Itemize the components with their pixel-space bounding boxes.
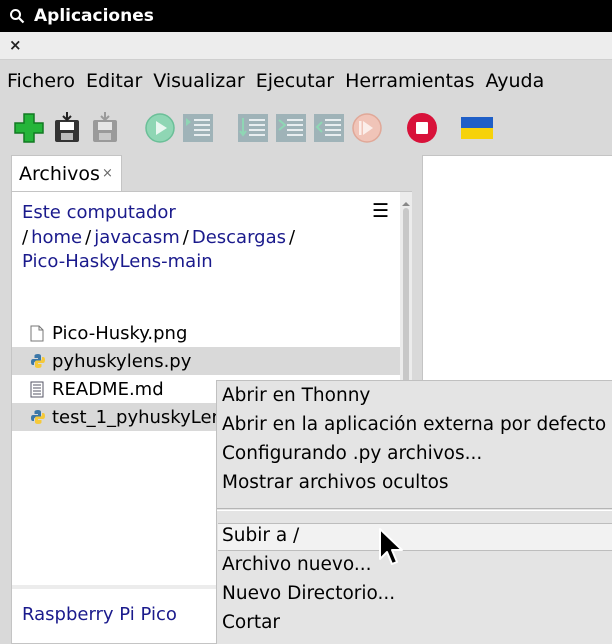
breadcrumb-home[interactable]: home [31, 227, 82, 248]
new-file-icon[interactable] [12, 111, 46, 145]
tab-close-icon[interactable]: × [102, 166, 113, 181]
step-into-icon[interactable] [274, 111, 308, 145]
toolbar [0, 104, 612, 150]
menu-separator [217, 508, 612, 511]
menu-ayuda[interactable]: Ayuda [486, 70, 545, 92]
tab-archivos-label: Archivos [19, 162, 100, 185]
resume-icon[interactable] [350, 111, 384, 145]
file-icon [30, 325, 52, 342]
menu-fichero[interactable]: Fichero [7, 70, 75, 92]
python-icon [30, 409, 52, 425]
close-window-button[interactable]: × [9, 36, 22, 54]
menu-item-cut[interactable]: Cortar [222, 612, 280, 633]
debug-icon[interactable] [181, 111, 215, 145]
breadcrumb-pico-haskylens-main[interactable]: Pico-HaskyLens-main [22, 251, 213, 272]
breadcrumb-descargas[interactable]: Descargas [192, 227, 286, 248]
context-menu: Abrir en Thonny Abrir en la aplicación e… [216, 380, 612, 644]
menu-item-new-file[interactable]: Archivo nuevo... [222, 554, 371, 575]
menu-item-upload[interactable]: Subir a / [222, 525, 299, 546]
app-title: Aplicaciones [34, 6, 154, 26]
menu-ejecutar[interactable]: Ejecutar [256, 70, 334, 92]
step-out-icon[interactable] [312, 111, 346, 145]
menu-editar[interactable]: Editar [86, 70, 142, 92]
menu-item-show-hidden[interactable]: Mostrar archivos ocultos [222, 472, 449, 493]
file-name: Pico-Husky.png [52, 322, 188, 344]
step-over-icon[interactable] [236, 111, 270, 145]
save-icon[interactable] [50, 111, 84, 145]
search-icon[interactable] [0, 8, 34, 24]
tab-archivos[interactable]: Archivos × [11, 155, 122, 191]
menu-item-new-directory[interactable]: Nuevo Directorio... [222, 583, 395, 604]
window-close-row: × [0, 32, 612, 60]
top-bar: Aplicaciones [0, 0, 612, 32]
menu-visualizar[interactable]: Visualizar [153, 70, 244, 92]
local-computer-title: Este computador [22, 202, 176, 223]
load-icon[interactable] [88, 111, 122, 145]
menu-item-configure-py[interactable]: Configurando .py archivos... [222, 443, 482, 464]
list-item[interactable]: Pico-Husky.png [12, 319, 400, 347]
python-icon [30, 353, 52, 369]
mouse-cursor-icon [378, 527, 404, 567]
menu-item-open-external[interactable]: Abrir en la aplicación externa por defec… [222, 414, 606, 435]
scroll-up-arrow[interactable] [401, 194, 411, 206]
menu-item-open-in-thonny[interactable]: Abrir en Thonny [222, 385, 370, 406]
text-file-icon [30, 381, 52, 398]
file-name: pyhuskylens.py [52, 350, 192, 372]
menu-herramientas[interactable]: Herramientas [345, 70, 474, 92]
remote-device-title: Raspberry Pi Pico [22, 604, 177, 625]
run-icon[interactable] [143, 111, 177, 145]
breadcrumb: / home / javacasm / Descargas / Pico-HaskyLens-… [22, 227, 296, 272]
menu-bar: Fichero Editar Visualizar Ejecutar Herra… [0, 62, 612, 100]
list-item[interactable]: pyhuskylens.py [12, 347, 400, 375]
ukraine-flag-icon[interactable] [460, 111, 494, 145]
breadcrumb-javacasm[interactable]: javacasm [94, 227, 180, 248]
stop-icon[interactable] [405, 111, 439, 145]
file-name: README.md [52, 378, 164, 400]
panel-menu-icon[interactable]: ☰ [372, 200, 389, 222]
